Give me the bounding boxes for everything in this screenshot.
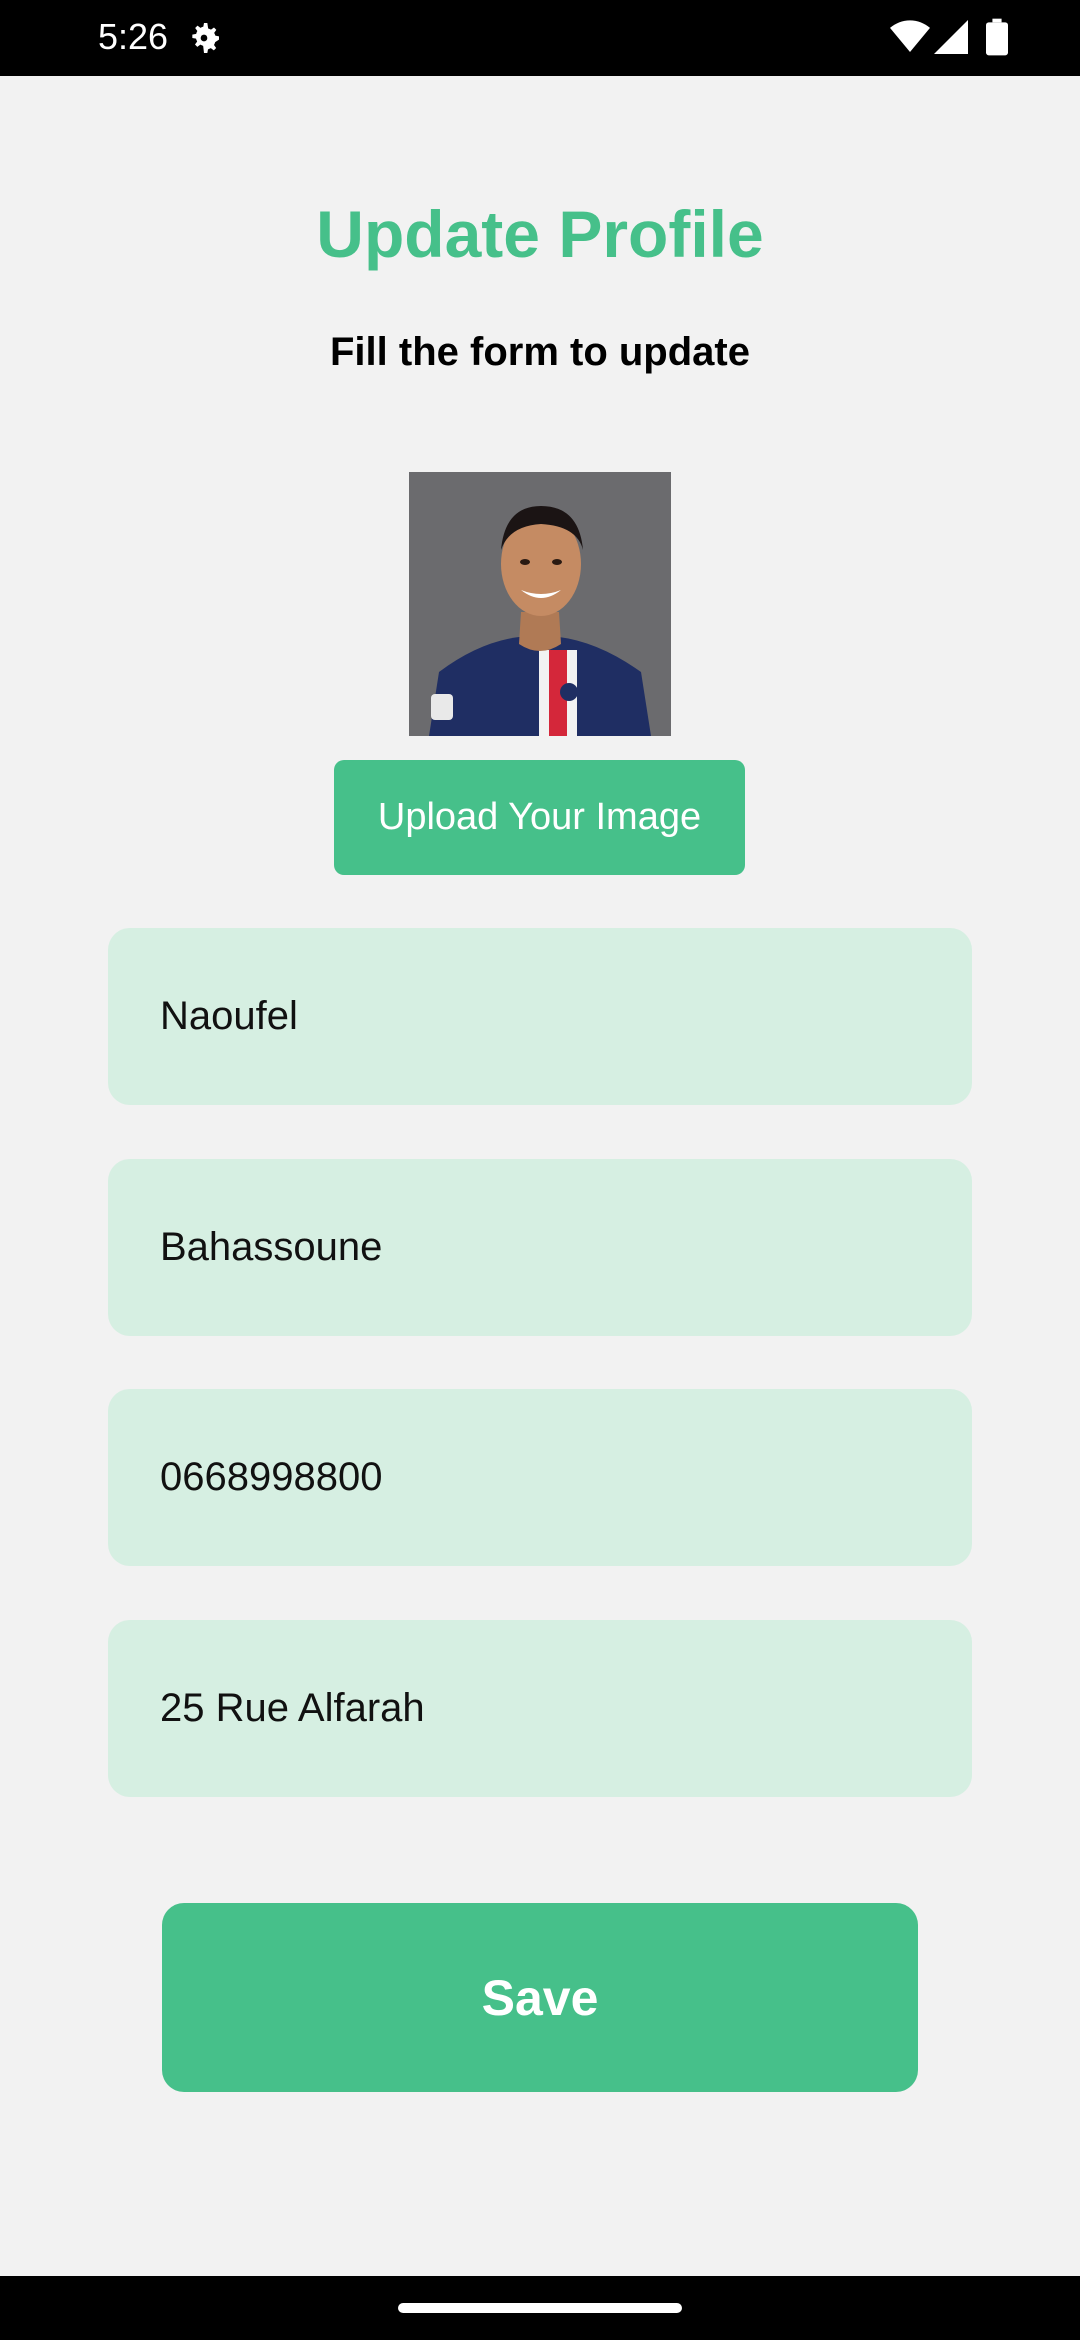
last-name-field[interactable]: Bahassoune [108, 1159, 972, 1336]
page-subtitle: Fill the form to update [330, 330, 750, 374]
gear-icon [192, 23, 219, 53]
last-name-value: Bahassoune [160, 1225, 383, 1269]
first-name-value: Naoufel [160, 994, 298, 1038]
save-button[interactable]: Save [162, 1903, 918, 2092]
wifi-icon [890, 20, 930, 52]
phone-field[interactable]: 0668998800 [108, 1389, 972, 1566]
battery-icon [986, 18, 1008, 56]
page-title: Update Profile [316, 197, 764, 271]
address-value: 25 Rue Alfarah [160, 1686, 425, 1730]
person-photo-icon [409, 472, 671, 736]
signal-icon [934, 20, 968, 54]
status-time: 5:26 [98, 16, 169, 57]
profile-image [409, 472, 671, 736]
status-bar: 5:26 [0, 0, 1080, 76]
home-indicator[interactable] [398, 2303, 682, 2313]
upload-image-button[interactable]: Upload Your Image [334, 760, 745, 875]
address-field[interactable]: 25 Rue Alfarah [108, 1620, 972, 1797]
navigation-bar [0, 2276, 1080, 2340]
phone-value: 0668998800 [160, 1455, 383, 1499]
first-name-field[interactable]: Naoufel [108, 928, 972, 1105]
